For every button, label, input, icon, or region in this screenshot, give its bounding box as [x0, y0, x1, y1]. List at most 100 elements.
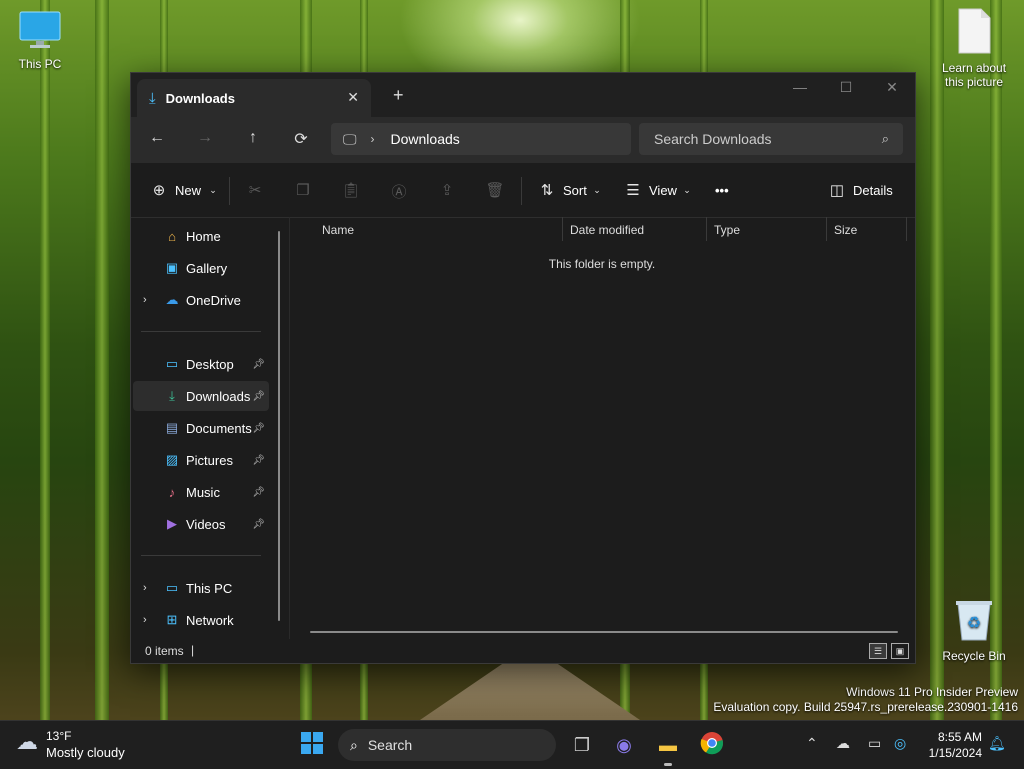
taskbar: ☁ 13°F Mostly cloudy ⌕ Search ❐ ◉ ▬ ⌃ ☁ … — [0, 720, 1024, 769]
chevron-down-icon: ⌄ — [209, 185, 217, 195]
search-input[interactable]: Search Downloads ⌕ — [639, 123, 903, 155]
pin-icon[interactable]: 📌︎ — [252, 519, 265, 530]
tiles-view-button[interactable]: ▣ — [891, 643, 909, 659]
evaluation-watermark: Windows 11 Pro Insider Preview Evaluatio… — [713, 685, 1018, 715]
new-tab-button[interactable]: + — [393, 85, 404, 106]
cut-icon[interactable]: ✂ — [243, 181, 267, 199]
title-bar[interactable]: ⤓ Downloads ✕ + — ☐ ✕ — [131, 73, 915, 117]
sort-button[interactable]: Sort — [563, 183, 587, 198]
chevron-right-icon[interactable]: › — [143, 294, 147, 306]
chevron-right-icon[interactable]: › — [371, 132, 375, 146]
tab-downloads[interactable]: ⤓ Downloads ✕ — [137, 79, 371, 117]
search-placeholder: Search Downloads — [654, 131, 772, 147]
pictures-icon: ▨ — [165, 452, 179, 467]
copilot-icon[interactable]: ◎ — [894, 735, 906, 752]
tab-close-button[interactable]: ✕ — [347, 89, 359, 106]
onedrive-offline-icon[interactable]: ☁ — [836, 735, 850, 752]
pin-icon[interactable]: 📌︎ — [252, 423, 265, 434]
clock-date: 1/15/2024 — [928, 746, 982, 760]
address-bar[interactable]: 🖵 › Downloads — [331, 123, 631, 155]
file-explorer-icon[interactable]: ▬ — [654, 731, 682, 759]
teams-chat-icon[interactable]: ◉ — [610, 731, 638, 759]
clock-time: 8:55 AM — [937, 730, 982, 744]
sidebar-item-onedrive[interactable]: › ☁ OneDrive — [133, 285, 269, 315]
pin-icon[interactable]: 📌︎ — [252, 455, 265, 466]
divider[interactable] — [562, 217, 563, 241]
navigation-pane: ⌂ Home ▣ Gallery › ☁ OneDrive ▭ Desktop … — [131, 217, 281, 639]
details-view-button[interactable]: ☰ — [869, 643, 887, 659]
weather-widget[interactable]: ☁ 13°F Mostly cloudy — [16, 729, 125, 760]
sidebar-scrollbar[interactable] — [278, 231, 280, 621]
chrome-icon[interactable] — [698, 731, 726, 759]
horizontal-scrollbar[interactable] — [310, 631, 898, 633]
sidebar-item-pictures[interactable]: ▨ Pictures 📌︎ — [133, 445, 269, 475]
column-name[interactable]: Name — [322, 223, 354, 237]
refresh-button[interactable]: ⟳ — [289, 129, 313, 149]
monitor-icon — [4, 10, 76, 53]
pin-icon[interactable]: 📌︎ — [252, 359, 265, 370]
show-hidden-icons-chevron-icon[interactable]: ⌃ — [806, 735, 818, 752]
sidebar-item-documents[interactable]: ▤ Documents 📌︎ — [133, 413, 269, 443]
sidebar-item-music[interactable]: ♪ Music 📌︎ — [133, 477, 269, 507]
minimize-button[interactable]: — — [785, 79, 815, 95]
sidebar-item-gallery[interactable]: ▣ Gallery — [133, 253, 269, 283]
close-button[interactable]: ✕ — [877, 79, 907, 96]
divider[interactable] — [906, 217, 907, 241]
file-explorer-window: ⤓ Downloads ✕ + — ☐ ✕ ← → ↑ ⟳ 🖵 › Downlo… — [130, 72, 916, 664]
sidebar-item-home[interactable]: ⌂ Home — [133, 221, 269, 251]
gallery-icon: ▣ — [165, 260, 179, 275]
new-button[interactable]: New — [175, 183, 201, 198]
pin-icon[interactable]: 📌︎ — [252, 487, 265, 498]
delete-icon[interactable]: 🗑︎ — [483, 181, 507, 199]
system-clock[interactable]: 8:55 AM 1/15/2024 — [918, 729, 982, 761]
share-icon[interactable]: ⇪ — [435, 181, 459, 199]
sidebar-item-label: Network — [186, 612, 234, 628]
sidebar-item-desktop[interactable]: ▭ Desktop 📌︎ — [133, 349, 269, 379]
paste-icon[interactable]: 📋︎ — [339, 181, 363, 199]
copy-icon[interactable]: ❐ — [291, 181, 315, 199]
network-tray-icon[interactable]: ▭ — [868, 735, 881, 752]
notification-bell-icon[interactable]: 🔔︎ — [988, 735, 1006, 752]
cloudy-weather-icon: ☁ — [16, 729, 38, 754]
up-button[interactable]: ↑ — [241, 129, 265, 147]
divider[interactable] — [706, 217, 707, 241]
desktop-icon: ▭ — [165, 356, 179, 371]
taskbar-search[interactable]: ⌕ Search — [338, 729, 556, 761]
sidebar-item-network[interactable]: › ⊞ Network — [133, 605, 269, 635]
command-bar: ⊕ New ⌄ ✂ ❐ 📋︎ Ⓐ ⇪ 🗑︎ ⇅ Sort ⌄ ☰ View ⌄ … — [131, 163, 915, 218]
desktop-icon-learn-picture[interactable]: Learn about this picture — [938, 8, 1010, 89]
more-options-button[interactable]: ••• — [715, 183, 729, 198]
active-app-indicator — [664, 763, 672, 766]
column-size[interactable]: Size — [834, 223, 857, 237]
chevron-right-icon[interactable]: › — [143, 582, 147, 594]
sidebar-item-videos[interactable]: ▶ Videos 📌︎ — [133, 509, 269, 539]
chevron-down-icon: ⌄ — [593, 185, 601, 195]
column-date-modified[interactable]: Date modified — [570, 223, 644, 237]
view-button[interactable]: View — [649, 183, 677, 198]
desktop-icon-this-pc[interactable]: This PC — [4, 10, 76, 71]
maximize-button[interactable]: ☐ — [831, 79, 861, 96]
chevron-right-icon[interactable]: › — [143, 614, 147, 626]
pin-icon[interactable]: 📌︎ — [252, 391, 265, 402]
status-separator: | — [191, 643, 195, 657]
task-view-icon[interactable]: ❐ — [568, 731, 596, 759]
plus-circle-icon[interactable]: ⊕ — [147, 181, 171, 199]
sidebar-item-this-pc[interactable]: › ▭ This PC — [133, 573, 269, 603]
forward-button[interactable]: → — [193, 129, 217, 147]
start-button[interactable] — [298, 731, 326, 759]
sidebar-item-downloads[interactable]: ⤓ Downloads 📌︎ — [133, 381, 269, 411]
recycle-bin-icon: ♻ — [938, 598, 1010, 645]
details-button[interactable]: Details — [853, 183, 893, 198]
chevron-down-icon: ⌄ — [683, 185, 691, 195]
navigation-bar: ← → ↑ ⟳ 🖵 › Downloads Search Downloads ⌕ — [131, 117, 915, 163]
desktop-icon-recycle-bin[interactable]: ♻ Recycle Bin — [938, 598, 1010, 663]
weather-temperature: 13°F — [46, 729, 72, 743]
divider[interactable] — [826, 217, 827, 241]
document-icon — [938, 8, 1010, 57]
back-button[interactable]: ← — [145, 129, 169, 147]
sidebar-item-label: Desktop — [186, 356, 234, 372]
column-type[interactable]: Type — [714, 223, 740, 237]
music-icon: ♪ — [168, 484, 176, 500]
breadcrumb-downloads[interactable]: Downloads — [391, 131, 460, 147]
rename-icon[interactable]: Ⓐ — [387, 181, 411, 202]
